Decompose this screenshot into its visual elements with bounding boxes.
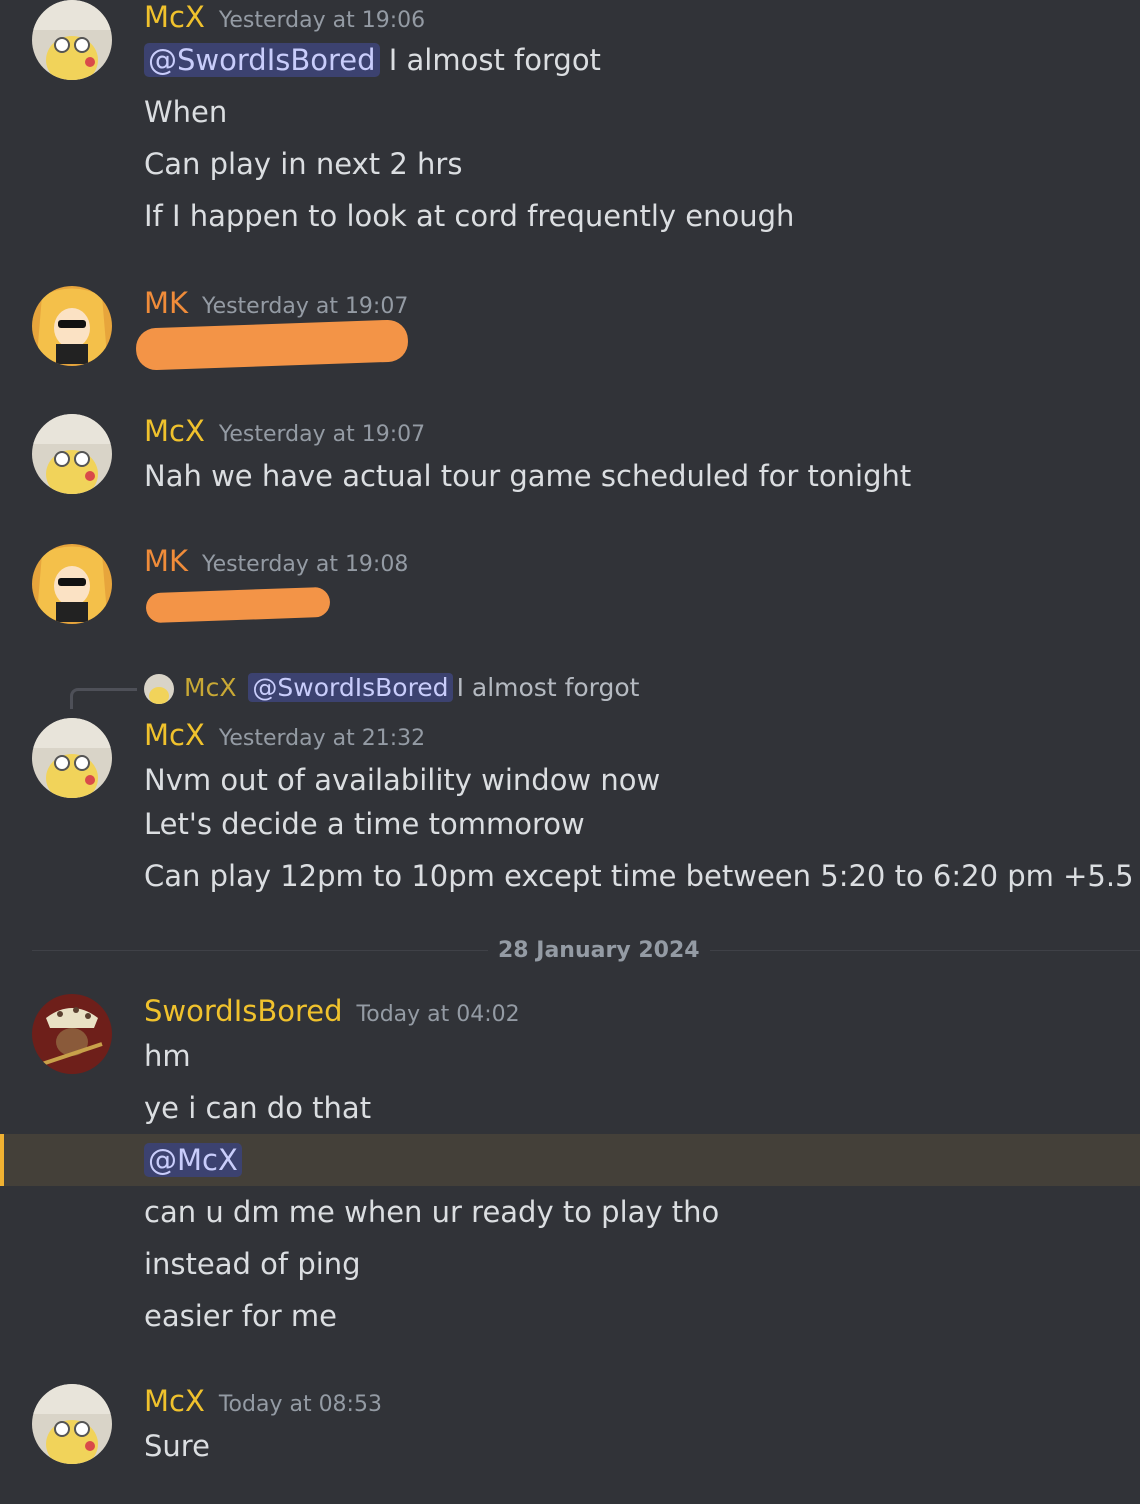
- message-line: easier for me: [144, 1299, 337, 1333]
- message-line: Nah we have actual tour game scheduled f…: [144, 459, 912, 493]
- message-line: instead of ping: [144, 1247, 361, 1281]
- author-name[interactable]: McX: [144, 414, 205, 448]
- reply-avatar: [144, 674, 174, 704]
- user-mention[interactable]: @SwordIsBored: [144, 43, 380, 77]
- avatar-mk[interactable]: [32, 544, 112, 624]
- redaction-mark: [135, 319, 409, 371]
- message-line: I almost forgot: [388, 43, 601, 77]
- reply-content: McX @SwordIsBored I almost forgot: [184, 670, 639, 706]
- timestamp: Today at 04:02: [356, 1002, 520, 1027]
- message-line: When: [144, 95, 228, 129]
- message-header: MK Yesterday at 19:07: [144, 286, 408, 320]
- message-line: Nvm out of availability window now: [144, 763, 661, 797]
- author-name[interactable]: MK: [144, 286, 188, 320]
- message-header: McX Today at 08:53: [144, 1384, 382, 1418]
- timestamp: Yesterday at 21:32: [218, 726, 426, 751]
- user-mention[interactable]: @McX: [144, 1143, 242, 1177]
- message-text: @SwordIsBored I almost forgot: [144, 40, 601, 80]
- message-text: @McX: [144, 1140, 242, 1180]
- message-line: Can play in next 2 hrs: [144, 147, 463, 181]
- timestamp: Yesterday at 19:06: [218, 8, 426, 33]
- message-line: If I happen to look at cord frequently e…: [144, 199, 795, 233]
- reply-author[interactable]: McX: [184, 673, 236, 702]
- avatar-mcx[interactable]: [32, 1384, 112, 1464]
- message-line: can u dm me when ur ready to play tho: [144, 1195, 720, 1229]
- reply-body: I almost forgot: [456, 673, 640, 702]
- reply-preview[interactable]: McX @SwordIsBored I almost forgot: [0, 668, 1140, 712]
- message-line: Sure: [144, 1429, 210, 1463]
- author-name[interactable]: McX: [144, 1384, 205, 1418]
- message-header: McX Yesterday at 19:07: [144, 414, 425, 448]
- author-name[interactable]: MK: [144, 544, 188, 578]
- timestamp: Yesterday at 19:07: [218, 422, 426, 447]
- author-name[interactable]: SwordIsBored: [144, 994, 343, 1028]
- message-line: Let's decide a time tommorow: [144, 807, 585, 841]
- timestamp: Yesterday at 19:07: [202, 294, 409, 319]
- avatar-mcx[interactable]: [32, 414, 112, 494]
- reply-mention[interactable]: @SwordIsBored: [248, 673, 453, 702]
- message-line: hm: [144, 1039, 191, 1073]
- avatar-mcx[interactable]: [32, 0, 112, 80]
- author-name[interactable]: McX: [144, 0, 205, 34]
- message-line: ye i can do that: [144, 1091, 372, 1125]
- author-name[interactable]: McX: [144, 718, 205, 752]
- reply-connector: [70, 688, 137, 709]
- redaction-mark: [145, 586, 331, 624]
- message-header: MK Yesterday at 19:08: [144, 544, 408, 578]
- timestamp: Today at 08:53: [218, 1392, 382, 1417]
- avatar-mcx[interactable]: [32, 718, 112, 798]
- avatar-swordisbored[interactable]: [32, 994, 112, 1074]
- message-header: McX Yesterday at 19:06: [144, 0, 425, 34]
- date-divider-label: 28 January 2024: [488, 936, 710, 966]
- message-header: McX Yesterday at 21:32: [144, 718, 425, 752]
- timestamp: Yesterday at 19:08: [202, 552, 409, 577]
- avatar-mk[interactable]: [32, 286, 112, 366]
- message-line: Can play 12pm to 10pm except time betwee…: [144, 859, 1134, 893]
- message-header: SwordIsBored Today at 04:02: [144, 994, 520, 1028]
